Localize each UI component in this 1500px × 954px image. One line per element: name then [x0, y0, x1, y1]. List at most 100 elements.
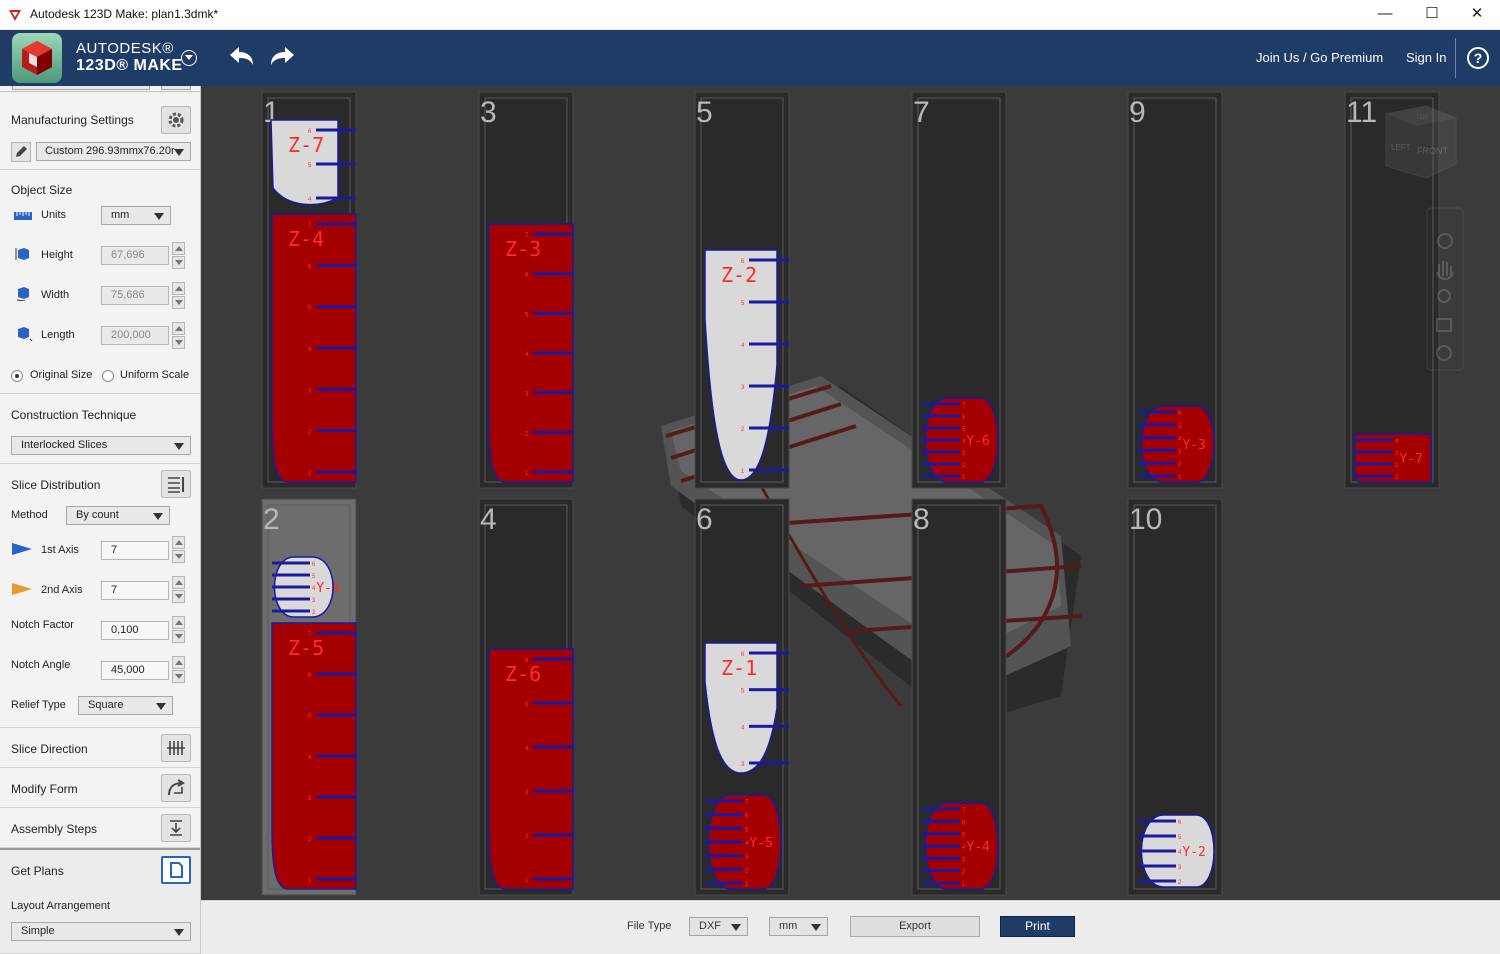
width-stepper[interactable] [172, 282, 185, 310]
relief-type-dropdown[interactable]: Square [78, 696, 173, 715]
layout-arrangement-dropdown[interactable]: Simple [11, 922, 191, 941]
slice-distribution-button[interactable] [161, 470, 191, 498]
notch-factor-stepper[interactable] [172, 616, 185, 644]
notch [705, 867, 743, 871]
plans-viewport[interactable]: 1 6 5 4 Z-7 7 6 5 4 3 2 1 Z-4 3 7 6 5 4 3 2 1 Z-3 5 6 5 4 3 2 1 Z-2 7 7… [201, 86, 1500, 900]
print-button[interactable]: Print [1000, 916, 1075, 937]
notch [316, 196, 356, 200]
notch [316, 713, 356, 717]
export-units-dropdown[interactable]: mm [769, 917, 828, 936]
app-window: Autodesk 123D Make: plan1.3dmk* — ☐ ✕ AU… [0, 0, 1500, 954]
notch [1355, 462, 1393, 466]
modify-form-title: Modify Form [11, 782, 78, 796]
sign-in-link[interactable]: Sign In [1406, 50, 1446, 65]
notch [316, 162, 356, 166]
help-icon[interactable]: ? [1467, 47, 1489, 69]
modify-form-section[interactable]: Modify Form [0, 768, 200, 808]
orbit-icon [1437, 233, 1453, 249]
width-input[interactable]: 75,686 [101, 286, 169, 305]
second-axis-stepper[interactable] [172, 576, 185, 604]
method-dropdown[interactable]: By count [66, 506, 170, 525]
notch [1138, 461, 1176, 465]
notch [922, 844, 960, 848]
join-premium-link[interactable]: Join Us / Go Premium [1256, 50, 1383, 65]
first-axis-icon [12, 543, 32, 555]
notch [1138, 448, 1176, 452]
app-logo[interactable] [12, 33, 62, 83]
modify-form-button[interactable] [161, 774, 191, 802]
notch [316, 631, 356, 635]
notch [316, 672, 356, 676]
plans-canvas[interactable]: 1654Z-77654321Z-437654321Z-35654321Z-277… [201, 86, 1500, 900]
undo-icon[interactable] [226, 44, 256, 70]
notch [272, 561, 310, 565]
height-cube-icon [15, 248, 29, 260]
length-stepper[interactable] [172, 322, 185, 350]
part-Y-5: 7654321Y-5 [705, 794, 782, 890]
notch [922, 426, 960, 430]
slice-distribution-title: Slice Distribution [11, 478, 101, 492]
sheet-3: 3 7654321Z-3 [478, 91, 574, 489]
export-button[interactable]: Export [850, 916, 980, 937]
notch [922, 856, 960, 860]
notch [1138, 834, 1176, 838]
notch-angle-input[interactable]: 45,000 [101, 661, 169, 680]
sheet-5: 5654321Z-2 [694, 91, 790, 489]
sheet-number: 6 [696, 503, 713, 536]
second-axis-input[interactable]: 7 [101, 581, 169, 600]
sheet-number: 2 [263, 503, 280, 536]
slice-direction-section[interactable]: Slice Direction [0, 728, 200, 768]
notch [533, 470, 573, 474]
units-dropdown[interactable]: mm [101, 206, 171, 225]
length-input[interactable]: 200,000 [101, 326, 169, 345]
notch [922, 869, 960, 873]
notch [1138, 879, 1176, 883]
part-label: Z-5 [288, 636, 324, 660]
view-cube-left: LEFT [1391, 143, 1411, 152]
part-Y-3: 654321Y-3 [1138, 405, 1215, 483]
original-size-radio[interactable] [11, 370, 23, 382]
uniform-scale-label: Uniform Scale [120, 369, 190, 381]
redo-icon[interactable] [268, 44, 298, 70]
part-label: Z-7 [288, 133, 324, 157]
edit-preset-button[interactable] [11, 142, 31, 162]
part-label: Z-1 [721, 656, 757, 680]
notch [533, 745, 573, 749]
part-label: Y-5 [749, 836, 772, 851]
notch [316, 470, 356, 474]
pencil-icon [16, 146, 27, 157]
technique-dropdown[interactable]: Interlocked Slices [11, 436, 191, 455]
notch [533, 391, 573, 395]
part-label: Z-2 [721, 263, 757, 287]
maximize-button[interactable]: ☐ [1409, 0, 1455, 30]
first-axis-stepper[interactable] [172, 536, 185, 564]
cube-logo-icon [22, 41, 52, 75]
minimize-button[interactable]: — [1362, 0, 1408, 30]
notch [1138, 436, 1176, 440]
width-cube-icon [16, 287, 29, 301]
height-stepper[interactable] [172, 242, 185, 270]
part-Z-3: 7654321Z-3 [488, 223, 574, 483]
notch-factor-input[interactable]: 0,100 [101, 621, 169, 640]
assembly-steps-button[interactable] [161, 814, 191, 842]
assembly-steps-section[interactable]: Assembly Steps [0, 808, 200, 848]
window-title: Autodesk 123D Make: plan1.3dmk* [30, 7, 219, 21]
file-type-dropdown[interactable]: DXF [689, 917, 748, 936]
notch-angle-stepper[interactable] [172, 656, 185, 684]
first-axis-input[interactable]: 7 [101, 541, 169, 560]
app-menu-icon[interactable] [181, 50, 197, 66]
zoom-icon [1437, 289, 1451, 303]
get-plans-button[interactable] [161, 856, 191, 884]
preset-dropdown[interactable]: Custom 296.93mmx76.20r [36, 142, 191, 161]
settings-button[interactable] [161, 106, 191, 134]
height-input[interactable]: 67,696 [101, 246, 169, 265]
notch [922, 474, 960, 478]
sheet-9: 9 654321Y-3 [1127, 91, 1223, 489]
slice-direction-button[interactable] [161, 734, 191, 762]
notch [705, 840, 743, 844]
title-bar: Autodesk 123D Make: plan1.3dmk* — ☐ ✕ [0, 0, 1500, 30]
view-cube-front: FRONT [1417, 146, 1448, 156]
close-button[interactable]: ✕ [1454, 0, 1500, 30]
part-label: Y-1 [316, 581, 339, 596]
uniform-scale-radio[interactable] [102, 370, 114, 382]
